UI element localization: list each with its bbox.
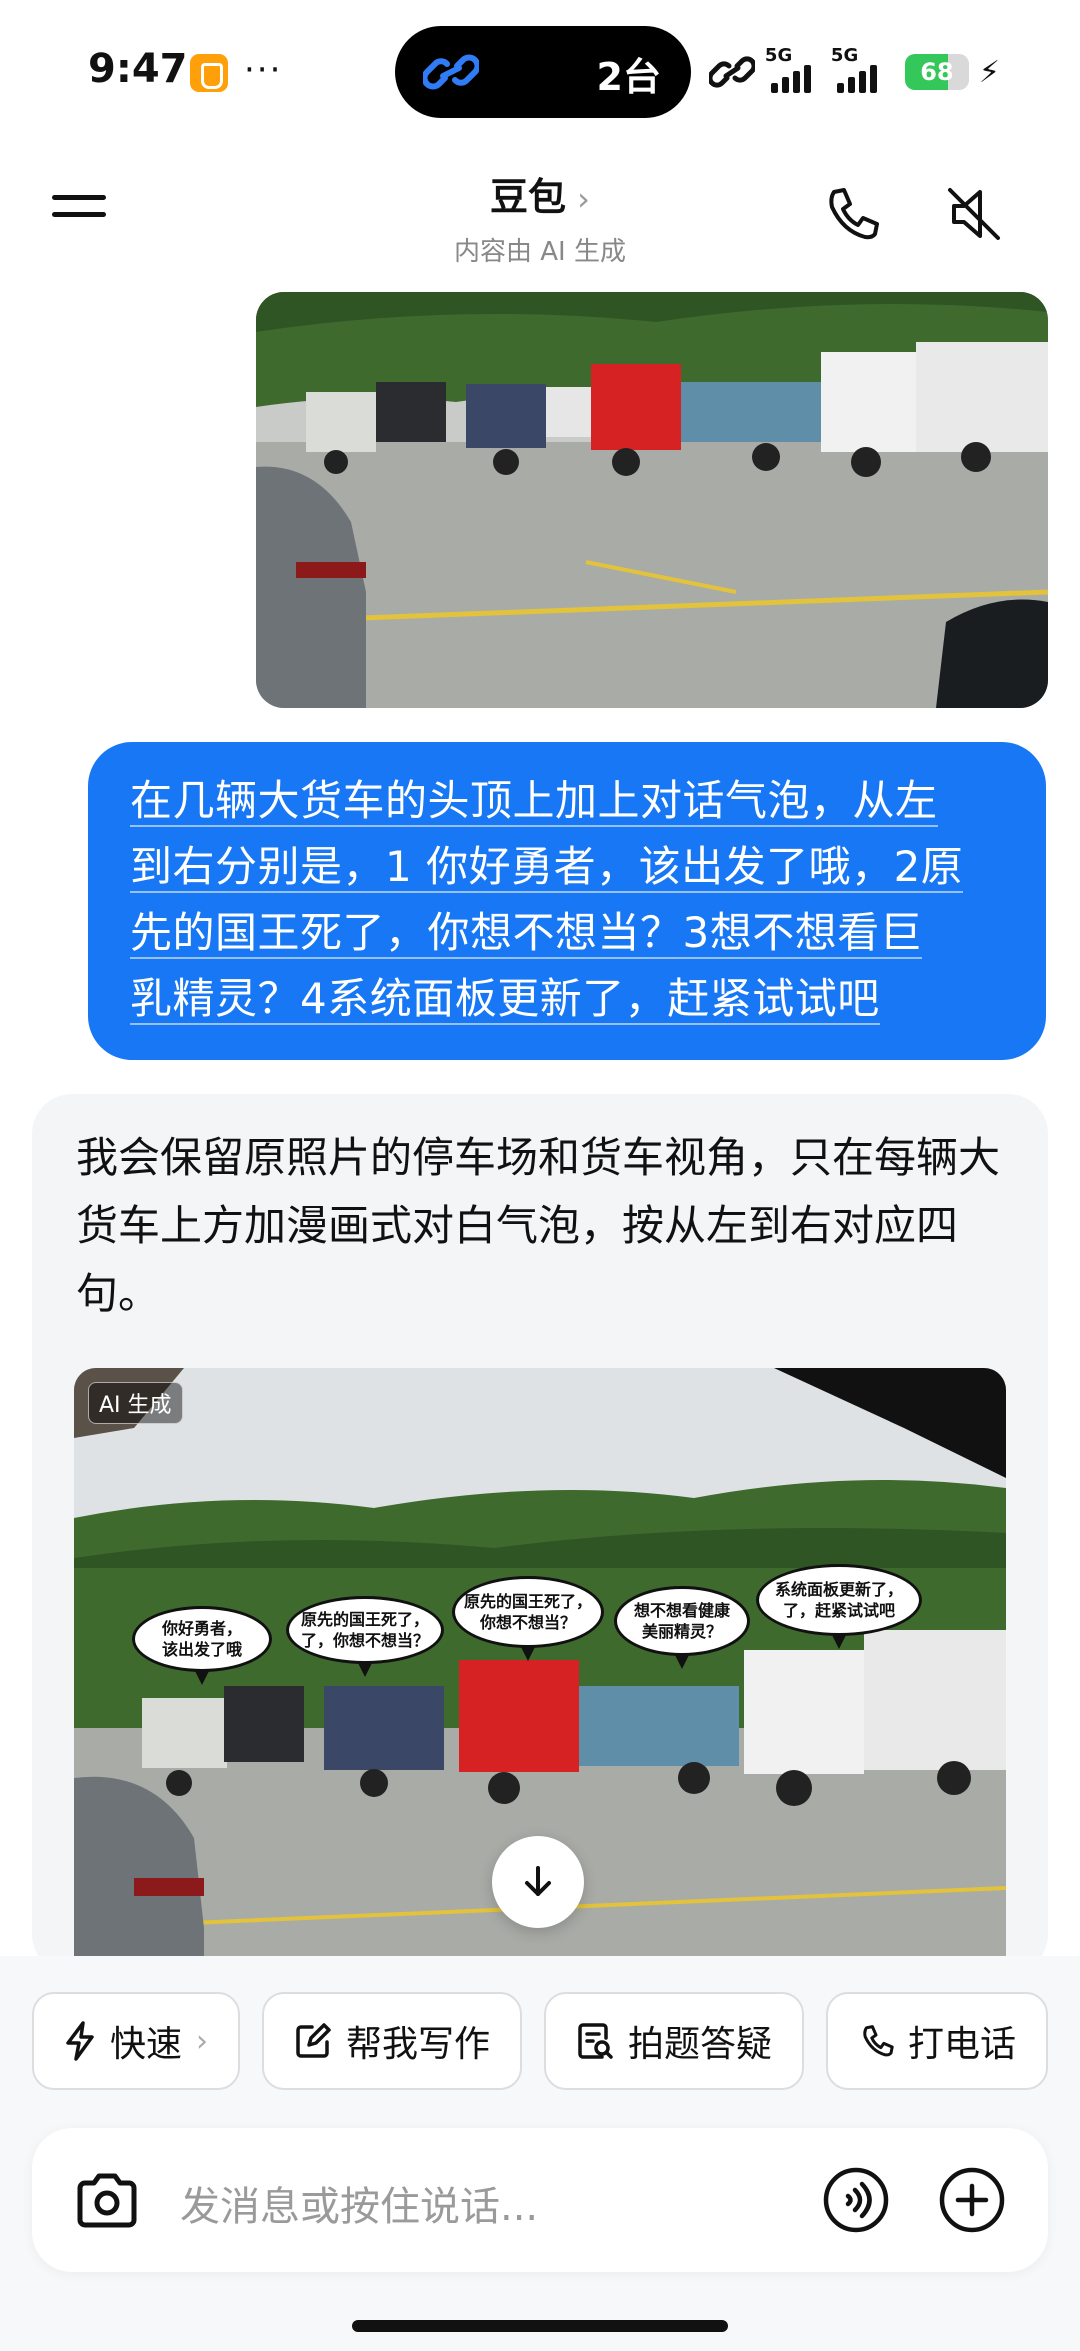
chip-label: 拍题答疑 xyxy=(628,2024,773,2065)
home-indicator[interactable] xyxy=(352,2320,728,2332)
chevron-right-icon: › xyxy=(196,2023,209,2059)
chip-label: 打电话 xyxy=(908,2024,1017,2065)
signal-2-icon: 5G xyxy=(831,45,887,95)
speech-bubble-2: 原先的国王死了， 了，你想不想当？ xyxy=(286,1596,444,1677)
status-bar: 9:47 ··· 2台 5G 5G 68 ⚡ xyxy=(0,0,1080,140)
trucks-photo-image xyxy=(256,292,1048,708)
user-message-line: 到右分别是，1 你好勇者，该出发了哦，2原 xyxy=(130,842,964,893)
speech-bubble-4: 想不想看健康 美丽精灵？ xyxy=(614,1586,750,1669)
chat-header: 豆包 › 内容由 AI 生成 xyxy=(0,150,1080,280)
charging-icon: ⚡ xyxy=(978,54,1000,90)
chip-label: 帮我写作 xyxy=(346,2024,491,2065)
add-icon[interactable] xyxy=(938,2166,1006,2234)
edit-icon xyxy=(296,2023,331,2058)
phone-icon xyxy=(863,2025,894,2057)
status-time: 9:47 xyxy=(88,46,188,92)
scan-doc-icon xyxy=(578,2023,613,2059)
message-input-bar[interactable]: 发消息或按住说话... xyxy=(32,2128,1048,2272)
phone-call-icon[interactable] xyxy=(820,184,880,244)
quick-chips: 快速 › 帮我写作 拍题答疑 打电话 xyxy=(32,1992,1049,2090)
hotspot-link-icon xyxy=(708,56,755,88)
chip-photo-question[interactable]: 拍题答疑 xyxy=(544,1992,805,2090)
chat-title: 豆包 xyxy=(490,175,567,219)
user-message-line: 在几辆大货车的头顶上加上对话气泡，从左 xyxy=(130,776,938,827)
user-message-bubble[interactable]: 在几辆大货车的头顶上加上对话气泡，从左 到右分别是，1 你好勇者，该出发了哦，2… xyxy=(88,742,1046,1060)
speech-bubble-1: 你好勇者， 该出发了哦 xyxy=(132,1606,272,1685)
chip-label: 快速 xyxy=(110,2024,183,2065)
bot-message-text: 我会保留原照片的停车场和货车视角，只在每辆大货车上方加漫画式对白气泡，按从左到右… xyxy=(76,1133,1001,1318)
user-message-text: 在几辆大货车的头顶上加上对话气泡，从左 到右分别是，1 你好勇者，该出发了哦，2… xyxy=(130,768,1006,1032)
voice-call-icon[interactable] xyxy=(822,2166,890,2234)
speaker-mute-icon[interactable] xyxy=(944,184,1004,244)
bottom-panel: 快速 › 帮我写作 拍题答疑 打电话 发消息或按住说话... xyxy=(0,1956,1080,2351)
dynamic-island[interactable]: 2台 xyxy=(395,26,691,118)
message-input[interactable]: 发消息或按住说话... xyxy=(180,2174,538,2232)
island-text: 2台 xyxy=(596,55,661,99)
sent-photo[interactable] xyxy=(256,292,1048,708)
scroll-down-button[interactable] xyxy=(492,1836,584,1928)
battery-icon: 68 xyxy=(904,54,969,90)
chat-title-group[interactable]: 豆包 › 内容由 AI 生成 xyxy=(0,166,1080,268)
arrow-down-icon xyxy=(525,1866,551,1896)
status-right: 5G 5G 68 ⚡ xyxy=(708,44,1000,100)
lightning-icon xyxy=(66,2021,94,2061)
link-icon xyxy=(423,54,479,90)
chat-subtitle: 内容由 AI 生成 xyxy=(454,237,626,267)
chip-writing[interactable]: 帮我写作 xyxy=(262,1992,523,2090)
chip-call[interactable]: 打电话 xyxy=(826,1992,1049,2090)
app-notification-icon xyxy=(190,54,228,92)
camera-icon[interactable] xyxy=(74,2168,140,2234)
signal-1-icon: 5G xyxy=(765,45,821,95)
chevron-right-icon: › xyxy=(577,180,590,218)
chip-fast[interactable]: 快速 › xyxy=(32,1992,241,2090)
speech-bubble-5: 系统面板更新了， 了，赶紧试试吧 xyxy=(756,1564,922,1649)
more-notifications-icon: ··· xyxy=(244,50,283,90)
speech-bubble-3: 原先的国王死了， 你想不想当？ xyxy=(452,1576,604,1661)
user-message-line: 乳精灵？4系统面板更新了，赶紧试试吧 xyxy=(130,974,880,1025)
user-message-line: 先的国王死了，你想不想当？3想不想看巨 xyxy=(130,908,923,959)
ai-generated-badge: AI 生成 xyxy=(88,1382,183,1424)
